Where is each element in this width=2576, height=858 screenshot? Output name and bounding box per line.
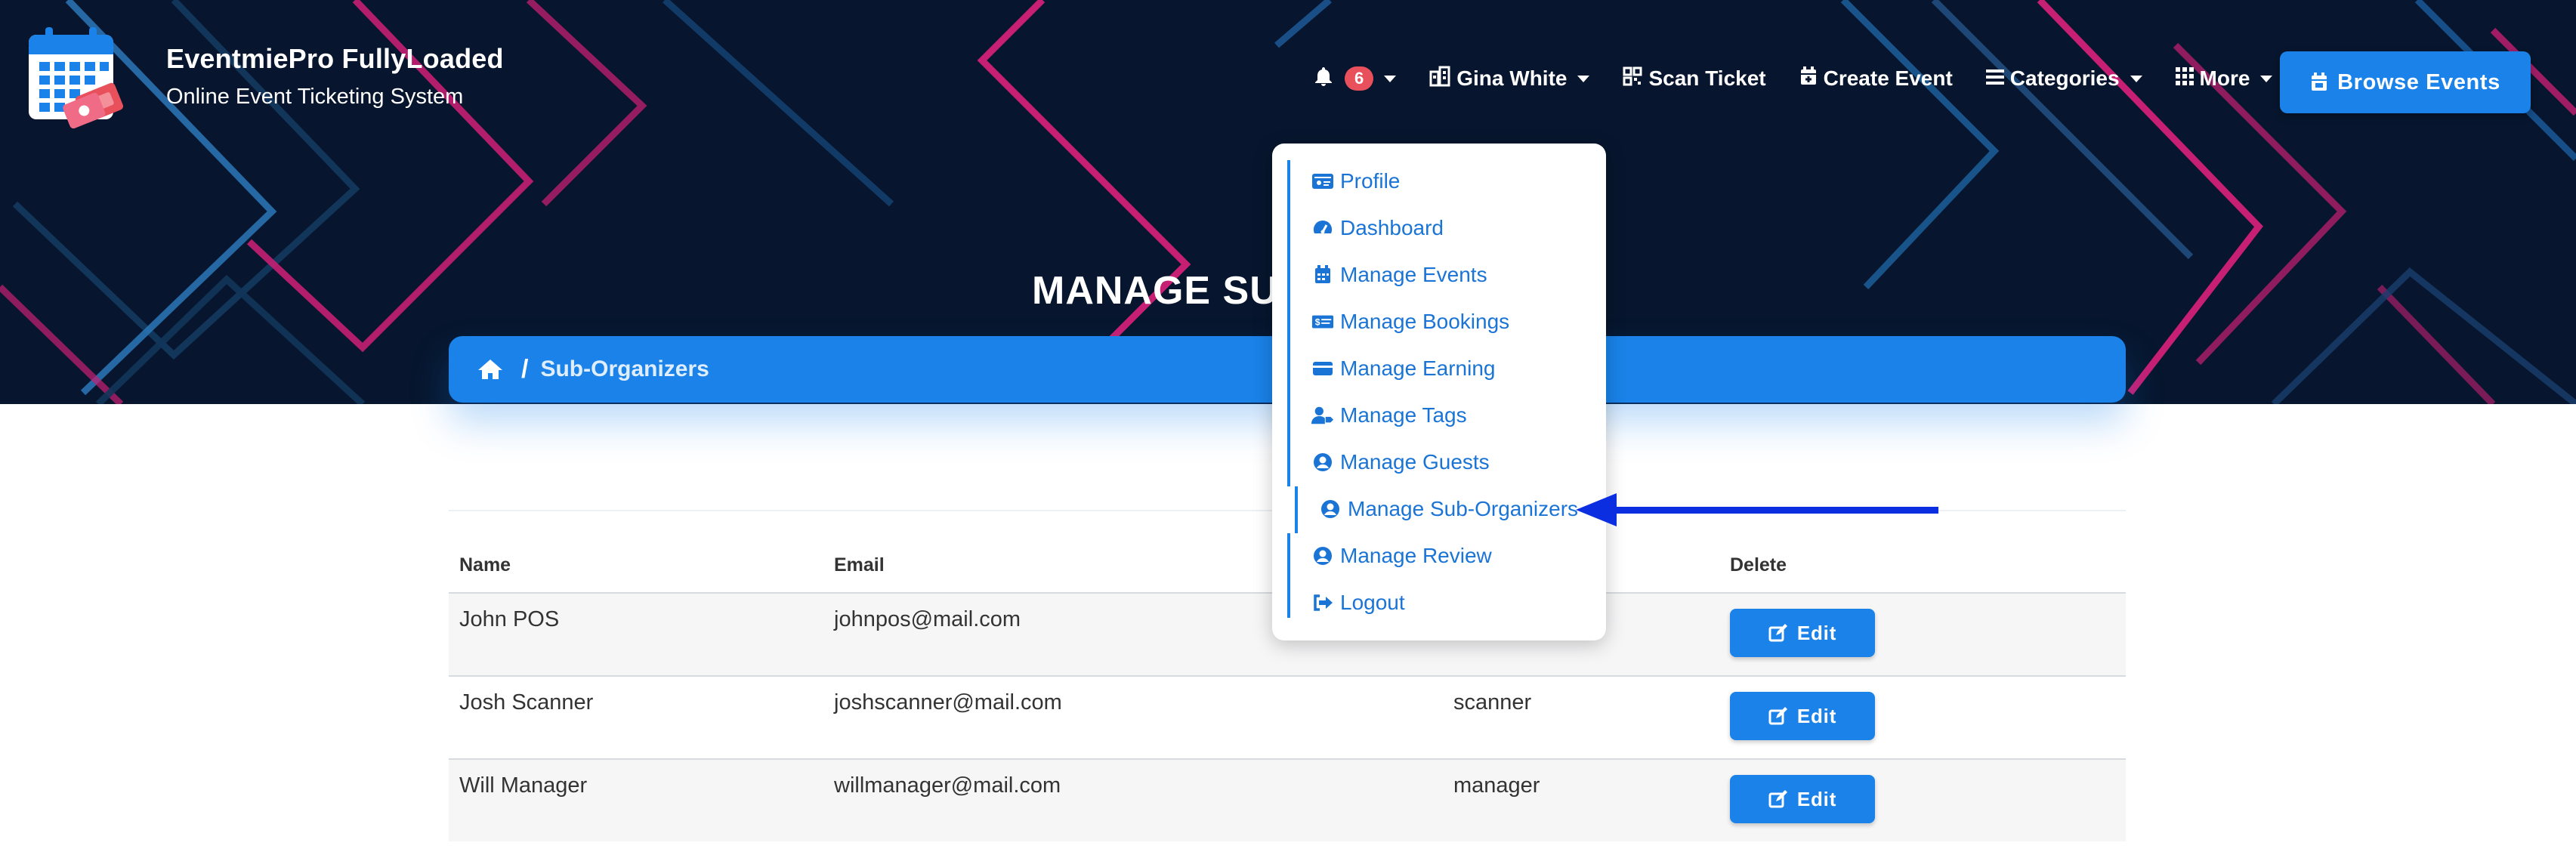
- menu-item-manage-tags[interactable]: Manage Tags: [1311, 400, 1467, 431]
- chevron-down-icon: [1577, 75, 1590, 82]
- menu-item-label: Manage Guests: [1340, 450, 1490, 474]
- credit-card-icon: [1311, 360, 1334, 377]
- calendar-plus-icon: [1799, 66, 1818, 91]
- menu-item-label: Manage Tags: [1340, 403, 1467, 427]
- brand-subtitle: Online Event Ticketing System: [166, 85, 464, 109]
- top-nav: 6 Gina White Scan Ticket Create Event Ca…: [1314, 48, 2306, 109]
- scan-ticket-link[interactable]: Scan Ticket: [1623, 66, 1766, 91]
- user-tag-icon: [1311, 406, 1334, 425]
- cell-name: Josh Scanner: [459, 690, 594, 714]
- money-bill-icon: $: [1311, 313, 1334, 330]
- brand[interactable]: EventmiePro FullyLoaded Online Event Tic…: [26, 26, 504, 129]
- user-name: Gina White: [1456, 66, 1568, 90]
- edit-label: Edit: [1796, 787, 1837, 810]
- gauge-icon: [1311, 218, 1334, 238]
- edit-icon: [1768, 624, 1788, 642]
- menu-item-label: Manage Bookings: [1340, 310, 1510, 333]
- menu-item-label: Logout: [1340, 591, 1405, 614]
- menu-item-label: Manage Earning: [1340, 356, 1496, 380]
- create-event-link[interactable]: Create Event: [1799, 66, 1953, 91]
- create-event-label: Create Event: [1823, 66, 1953, 90]
- user-circle-icon: [1311, 546, 1334, 566]
- svg-text:$: $: [1315, 317, 1320, 328]
- menu-item-manage-earning[interactable]: Manage Earning: [1311, 353, 1495, 384]
- more-menu[interactable]: More: [2175, 66, 2273, 91]
- edit-button[interactable]: Edit: [1730, 609, 1875, 657]
- menu-item-manage-sub-organizers[interactable]: Manage Sub-Organizers: [1319, 494, 1578, 524]
- grid-icon: [2175, 66, 2194, 91]
- menu-indicator-line: [1287, 160, 1290, 486]
- edit-icon: [1768, 790, 1788, 808]
- menu-item-label: Manage Events: [1340, 263, 1487, 286]
- user-menu[interactable]: Gina White: [1429, 66, 1590, 92]
- calendar-icon: [1311, 265, 1334, 285]
- menu-item-profile[interactable]: Profile: [1311, 166, 1400, 196]
- menu-item-manage-guests[interactable]: Manage Guests: [1311, 447, 1490, 477]
- cell-email: johnpos@mail.com: [834, 607, 1021, 631]
- user-circle-icon: [1311, 452, 1334, 472]
- browse-events-button[interactable]: Browse Events: [2280, 51, 2531, 113]
- calendar-icon: [2310, 73, 2328, 92]
- chevron-down-icon: [1384, 75, 1397, 82]
- categories-menu[interactable]: Categories: [1985, 66, 2142, 91]
- qrcode-icon: [1623, 66, 1642, 91]
- menu-item-label: Manage Sub-Organizers: [1348, 497, 1579, 520]
- breadcrumb-current: Sub-Organizers: [540, 356, 709, 381]
- edit-label: Edit: [1796, 621, 1837, 644]
- cell-name: Will Manager: [459, 773, 588, 798]
- calendar-tickets-logo: [26, 26, 124, 129]
- table-row: Josh Scanner joshscanner@mail.com scanne…: [449, 677, 2126, 760]
- column-header-email: Email: [834, 554, 885, 576]
- menu-item-logout[interactable]: Logout: [1311, 588, 1405, 618]
- notifications-menu[interactable]: 6: [1314, 66, 1397, 91]
- menu-indicator-line: [1287, 533, 1290, 618]
- table-row: Will Manager willmanager@mail.com manage…: [449, 760, 2126, 841]
- active-indicator-line: [1295, 486, 1298, 533]
- id-card-icon: [1311, 172, 1334, 190]
- notification-count-badge: 6: [1345, 66, 1374, 91]
- edit-icon: [1768, 707, 1788, 725]
- bell-icon: [1314, 66, 1333, 91]
- menu-item-label: Profile: [1340, 169, 1401, 193]
- more-label: More: [2199, 66, 2250, 90]
- chevron-down-icon: [2260, 75, 2273, 82]
- cell-email: joshscanner@mail.com: [834, 690, 1062, 714]
- breadcrumb-separator: /: [521, 354, 529, 384]
- browse-events-label: Browse Events: [2337, 69, 2500, 94]
- sign-out-icon: [1311, 594, 1334, 612]
- menu-item-dashboard[interactable]: Dashboard: [1311, 213, 1444, 243]
- chevron-down-icon: [2130, 75, 2142, 82]
- annotation-arrow-icon: [1576, 493, 1938, 526]
- categories-label: Categories: [2009, 66, 2120, 90]
- cell-role: scanner: [1453, 690, 1532, 714]
- cell-role: manager: [1453, 773, 1540, 798]
- menu-item-manage-events[interactable]: Manage Events: [1311, 260, 1487, 290]
- home-icon[interactable]: [477, 358, 503, 381]
- menu-item-manage-bookings[interactable]: $ Manage Bookings: [1311, 307, 1509, 337]
- edit-button[interactable]: Edit: [1730, 692, 1875, 740]
- menu-item-label: Manage Review: [1340, 544, 1492, 567]
- column-header-name: Name: [459, 554, 511, 576]
- menu-item-label: Dashboard: [1340, 216, 1444, 239]
- user-dropdown-menu: Profile Dashboard Manage Events $ Manage…: [1272, 144, 1606, 640]
- menu-item-manage-review[interactable]: Manage Review: [1311, 541, 1492, 571]
- brand-title: EventmiePro FullyLoaded: [166, 43, 504, 74]
- bars-icon: [1985, 66, 2004, 91]
- scan-ticket-label: Scan Ticket: [1648, 66, 1766, 90]
- cell-email: willmanager@mail.com: [834, 773, 1061, 798]
- edit-button[interactable]: Edit: [1730, 775, 1875, 823]
- edit-label: Edit: [1796, 704, 1837, 727]
- page-title: MANAGE SUB: [1032, 269, 1308, 313]
- building-icon: [1429, 66, 1450, 92]
- cell-name: John POS: [459, 607, 560, 631]
- user-circle-icon: [1319, 499, 1342, 519]
- column-header-delete: Delete: [1730, 554, 1787, 576]
